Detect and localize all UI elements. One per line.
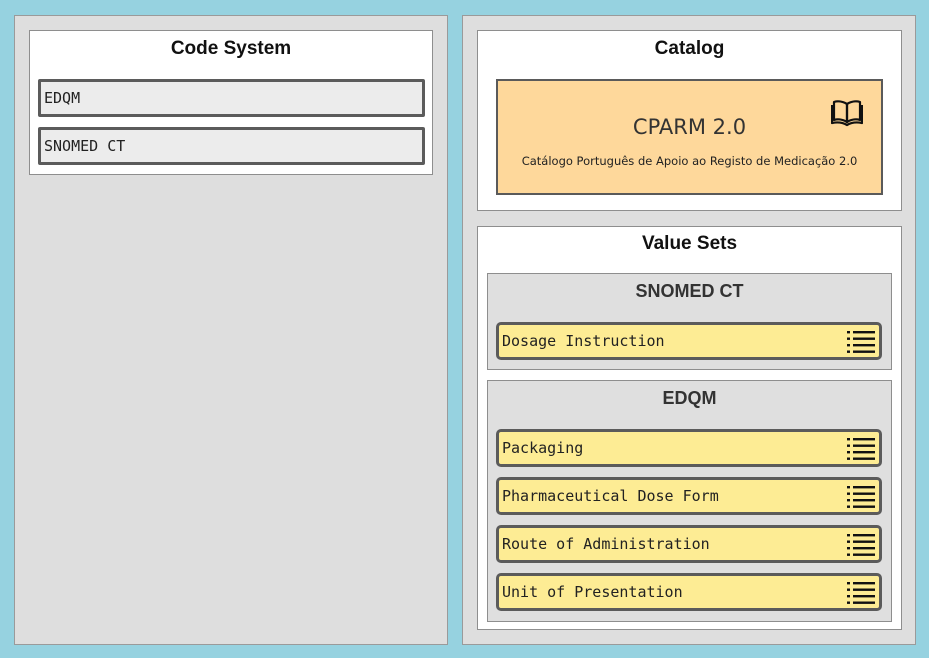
value-set-item-label: Dosage Instruction — [502, 332, 665, 350]
value-set-group-snomed-ct: SNOMED CT Dosage Instruction — [487, 273, 892, 370]
list-icon — [847, 438, 875, 460]
value-set-group-title: EDQM — [662, 388, 717, 408]
code-system-card: Code System EDQM SNOMED CT — [29, 30, 433, 175]
value-sets-title: Value Sets — [641, 233, 738, 254]
value-set-group-title: SNOMED CT — [635, 281, 744, 301]
code-system-title: Code System — [170, 38, 292, 59]
value-set-item-label: Route of Administration — [502, 535, 710, 553]
catalog-name: CPARM 2.0 — [632, 115, 747, 139]
catalog-description: Catálogo Português de Apoio ao Registo d… — [521, 154, 858, 168]
value-set-item-label: Pharmaceutical Dose Form — [502, 487, 719, 505]
list-icon — [847, 534, 875, 556]
value-set-item-unit-of-presentation[interactable]: Unit of Presentation — [496, 573, 882, 611]
code-system-item-edqm[interactable]: EDQM — [38, 79, 425, 117]
value-set-item-label: Unit of Presentation — [502, 583, 683, 601]
book-icon — [831, 100, 863, 127]
list-icon — [847, 486, 875, 508]
list-icon — [847, 331, 875, 353]
value-sets-card: Value Sets SNOMED CT Dosage Instruction … — [477, 226, 902, 630]
catalog-card: Catalog CPARM 2.0 Catálogo Português de … — [477, 30, 902, 211]
catalog-panel: Catalog CPARM 2.0 Catálogo Português de … — [462, 15, 916, 645]
catalog-item-cparm[interactable]: CPARM 2.0 Catálogo Português de Apoio ao… — [496, 79, 883, 195]
value-set-item-pharmaceutical-dose-form[interactable]: Pharmaceutical Dose Form — [496, 477, 882, 515]
value-set-item-label: Packaging — [502, 439, 584, 457]
value-set-item-dosage-instruction[interactable]: Dosage Instruction — [496, 322, 882, 360]
value-set-group-edqm: EDQM Packaging Pharmaceutical Dose Form — [487, 380, 892, 622]
code-system-panel: Code System EDQM SNOMED CT — [14, 15, 448, 645]
catalog-title: Catalog — [654, 38, 725, 59]
code-system-item-snomed-ct[interactable]: SNOMED CT — [38, 127, 425, 165]
value-set-item-route-of-administration[interactable]: Route of Administration — [496, 525, 882, 563]
value-set-item-packaging[interactable]: Packaging — [496, 429, 882, 467]
list-icon — [847, 582, 875, 604]
